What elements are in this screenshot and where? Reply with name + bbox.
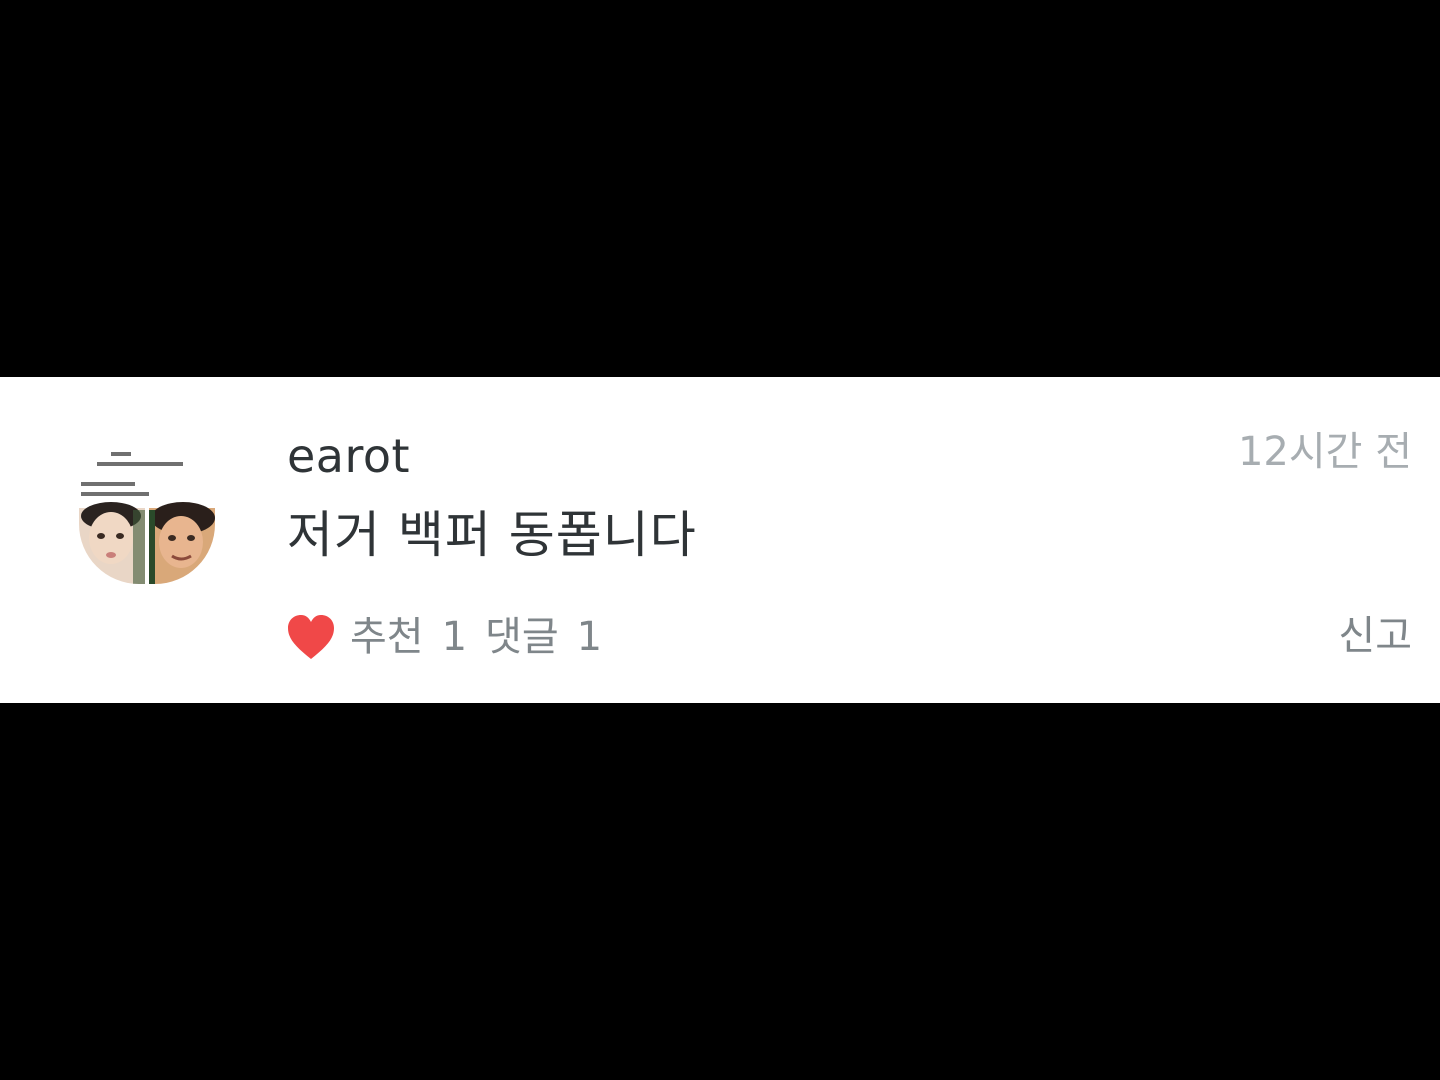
screen-frame: earot 12시간 전 저거 백퍼 동폽니다 추천 1 댓글 1 신고: [0, 0, 1440, 1080]
heart-icon-svg: [288, 615, 334, 659]
comment-username[interactable]: earot: [287, 428, 410, 484]
like-count: 1: [441, 614, 468, 660]
reply-count: 1: [576, 614, 603, 660]
avatar[interactable]: [79, 440, 215, 584]
comment-actions: 추천 1 댓글 1: [286, 609, 602, 665]
heart-icon[interactable]: [286, 613, 336, 661]
avatar-image: [79, 452, 215, 584]
report-button[interactable]: 신고: [1338, 610, 1412, 662]
comment-card: [0, 377, 1440, 703]
comment-body: 저거 백퍼 동폽니다: [287, 506, 697, 564]
comment-timestamp: 12시간 전: [1237, 429, 1412, 475]
reply-label[interactable]: 댓글: [485, 611, 559, 663]
like-label[interactable]: 추천: [350, 611, 424, 663]
